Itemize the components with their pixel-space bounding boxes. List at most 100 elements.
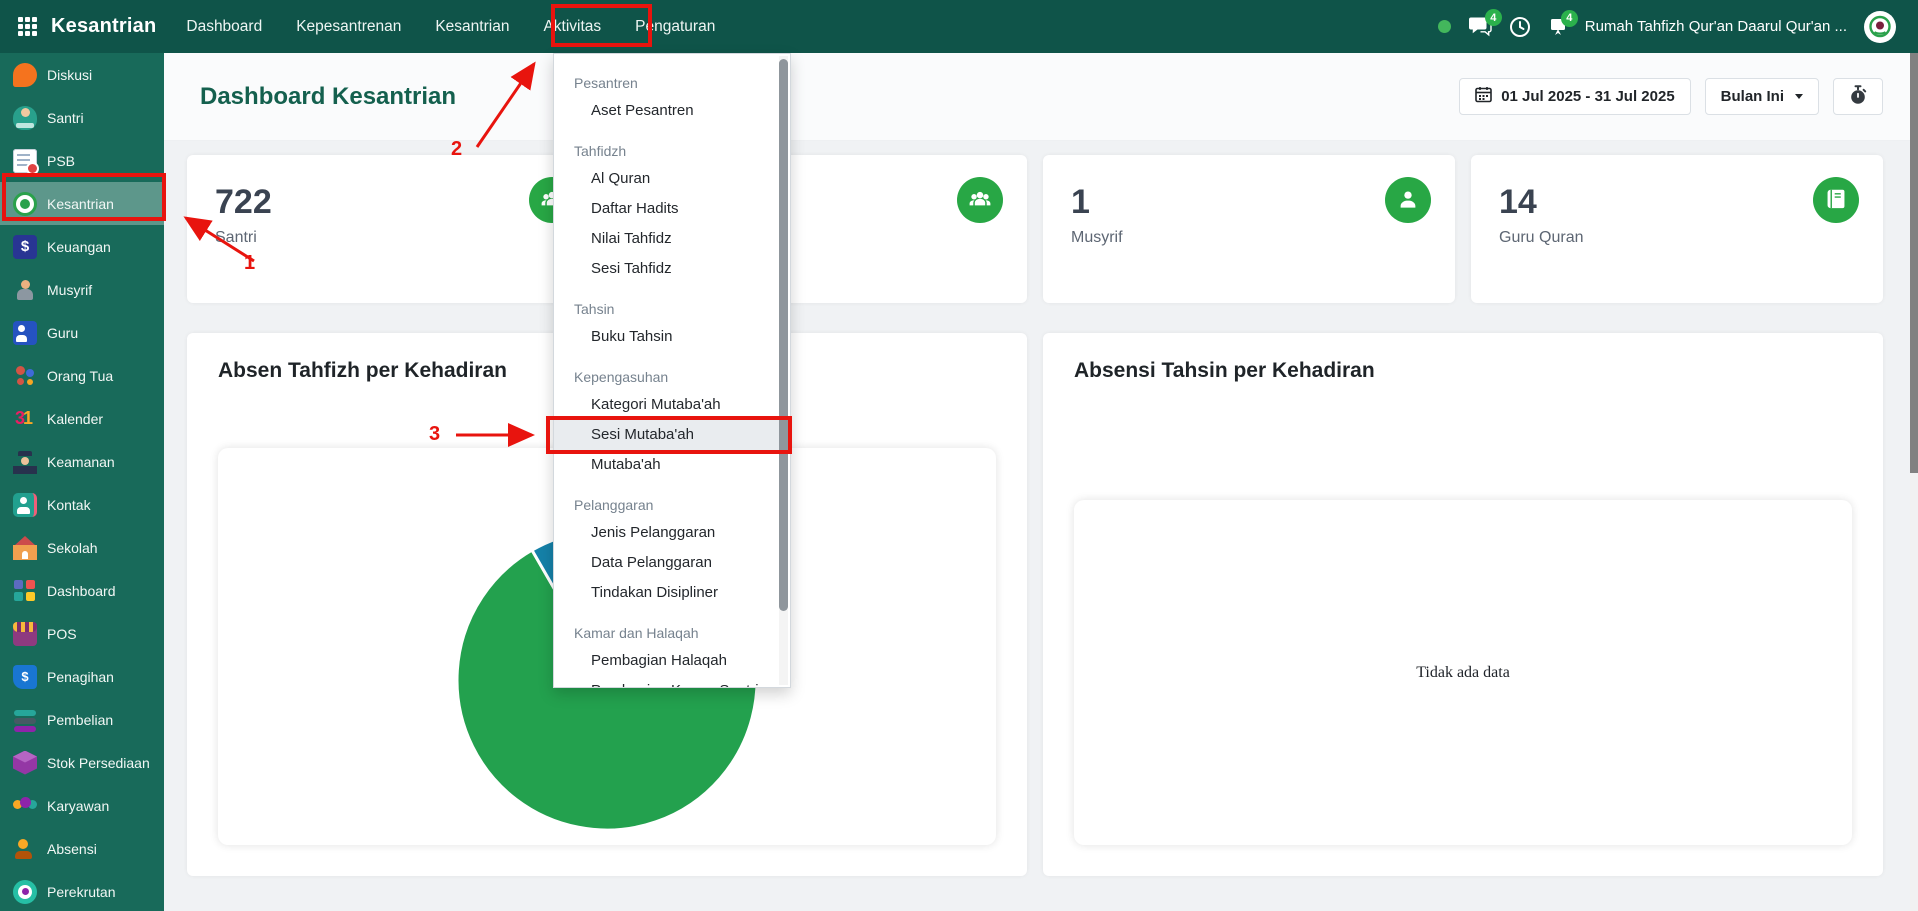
sidebar-item-santri[interactable]: Santri	[0, 96, 164, 139]
keamanan-icon	[13, 450, 37, 474]
sidebar-item-karyawan[interactable]: Karyawan	[0, 784, 164, 827]
kontak-icon	[13, 493, 37, 517]
period-label: Bulan Ini	[1721, 88, 1784, 105]
period-select-button[interactable]: Bulan Ini	[1705, 78, 1819, 115]
menu-item-jenis-pelanggaran[interactable]: Jenis Pelanggaran	[554, 518, 790, 548]
sidebar-item-penagihan[interactable]: Penagihan	[0, 655, 164, 698]
sidebar-item-label: Kalender	[47, 411, 103, 427]
tahsin-chart-card: Tidak ada data	[1074, 500, 1852, 845]
nav-item-dashboard[interactable]: Dashboard	[186, 18, 262, 36]
sidebar-item-label: Penagihan	[47, 669, 114, 685]
menu-item-aset-pesantren[interactable]: Aset Pesantren	[554, 96, 790, 126]
menu-item-sesi-tahfidz[interactable]: Sesi Tahfidz	[554, 254, 790, 284]
menu-item-data-pelanggaran[interactable]: Data Pelanggaran	[554, 548, 790, 578]
sidebar-item-label: Karyawan	[47, 798, 109, 814]
calendar-icon	[1475, 86, 1492, 107]
stat-value: 1	[1071, 185, 1427, 221]
dropdown-section-tahfidzh: Tahfidzh	[554, 138, 790, 164]
perekrutan-icon	[13, 880, 37, 904]
sidebar-item-label: PSB	[47, 153, 75, 169]
sidebar-item-kesantrian[interactable]: Kesantrian	[0, 182, 164, 225]
nav-item-kesantrian[interactable]: Kesantrian	[435, 18, 509, 36]
sidebar-item-musyrif[interactable]: Musyrif	[0, 268, 164, 311]
penagihan-icon	[13, 665, 37, 689]
content-area: 722 Santri 1 Musyrif 14 Guru Quran	[164, 141, 1918, 876]
sidebar-item-label: Dashboard	[47, 583, 116, 599]
kesantrian-icon	[13, 192, 37, 216]
sidebar-item-label: Santri	[47, 110, 84, 126]
sidebar-item-absensi[interactable]: Absensi	[0, 827, 164, 870]
sidebar-item-label: Guru	[47, 325, 78, 341]
page-scrollbar[interactable]	[1910, 53, 1918, 911]
stat-card-musyrif: 1 Musyrif	[1043, 155, 1455, 303]
main-area: Dashboard Kesantrian 01 Jul 2025 - 31 Ju…	[164, 53, 1918, 911]
sidebar-item-pos[interactable]: POS	[0, 612, 164, 655]
sidebar-item-pembelian[interactable]: Pembelian	[0, 698, 164, 741]
santri-icon	[13, 106, 37, 130]
menu-item-nilai-tahfidz[interactable]: Nilai Tahfidz	[554, 224, 790, 254]
menu-item-daftar-hadits[interactable]: Daftar Hadits	[554, 194, 790, 224]
sidebar-item-guru[interactable]: Guru	[0, 311, 164, 354]
sidebar-item-keamanan[interactable]: Keamanan	[0, 440, 164, 483]
menu-item-mutabaah[interactable]: Mutaba'ah	[554, 450, 790, 480]
menu-item-tindakan-disipliner[interactable]: Tindakan Disipliner	[554, 578, 790, 608]
sidebar-item-label: Orang Tua	[47, 368, 113, 384]
sidebar-item-diskusi[interactable]: Diskusi	[0, 53, 164, 96]
sidebar-item-stok-persediaan[interactable]: Stok Persediaan	[0, 741, 164, 784]
musyrif-icon	[13, 278, 37, 302]
pos-icon	[13, 622, 37, 646]
sidebar-item-label: Sekolah	[47, 540, 98, 556]
dropdown-scrollbar-thumb[interactable]	[779, 59, 788, 611]
clock-icon[interactable]	[1509, 16, 1531, 38]
menu-item-pembagian-halaqah[interactable]: Pembagian Halaqah	[554, 646, 790, 676]
sidebar-item-keuangan[interactable]: Keuangan	[0, 225, 164, 268]
chat-icon[interactable]: 4	[1468, 16, 1492, 37]
dropdown-section-pesantren: Pesantren	[554, 70, 790, 96]
stat-card-guru-quran: 14 Guru Quran	[1471, 155, 1883, 303]
menu-item-buku-tahsin[interactable]: Buku Tahsin	[554, 322, 790, 352]
sidebar-item-label: Absensi	[47, 841, 97, 857]
menu-item-pembagian-kamar-santri[interactable]: Pembagian Kamar Santri	[554, 676, 790, 688]
menu-item-kategori-mutabaah[interactable]: Kategori Mutaba'ah	[554, 390, 790, 420]
stat-value: 722	[215, 185, 571, 221]
stat-value: 14	[1499, 185, 1855, 221]
menu-item-sesi-mutabaah[interactable]: Sesi Mutaba'ah	[554, 420, 790, 450]
sidebar-item-orang-tua[interactable]: Orang Tua	[0, 354, 164, 397]
nav-item-aktivitas[interactable]: Aktivitas	[543, 18, 601, 36]
sidebar-item-label: Diskusi	[47, 67, 92, 83]
dropdown-scrollbar[interactable]	[779, 56, 788, 685]
sidebar-item-psb[interactable]: PSB	[0, 139, 164, 182]
sidebar-item-label: Musyrif	[47, 282, 92, 298]
timer-button[interactable]	[1833, 78, 1883, 115]
nav-item-kepesantrenan[interactable]: Kepesantrenan	[296, 18, 401, 36]
stat-card-santri: 722 Santri	[187, 155, 599, 303]
nav-item-pengaturan[interactable]: Pengaturan	[635, 18, 715, 36]
date-range-button[interactable]: 01 Jul 2025 - 31 Jul 2025	[1459, 78, 1690, 115]
guru-icon	[13, 321, 37, 345]
sidebar-item-kalender[interactable]: Kalender	[0, 397, 164, 440]
dropdown-section-kepengasuhan: Kepengasuhan	[554, 364, 790, 390]
pembelian-icon	[13, 708, 37, 732]
chart-panels-row: Absen Tahfizh per Kehadiran Absensi Tahs…	[187, 333, 1883, 876]
keuangan-icon	[13, 235, 37, 259]
panel-title: Absensi Tahsin per Kehadiran	[1074, 359, 1852, 383]
sidebar-item-kontak[interactable]: Kontak	[0, 483, 164, 526]
apps-grid-icon[interactable]	[18, 17, 37, 36]
date-range-label: 01 Jul 2025 - 31 Jul 2025	[1501, 88, 1674, 105]
avatar[interactable]	[1864, 11, 1896, 43]
organization-name[interactable]: Rumah Tahfizh Qur'an Daarul Qur'an ...	[1585, 18, 1847, 35]
sidebar-item-dashboard[interactable]: Dashboard	[0, 569, 164, 612]
menu-item-al-quran[interactable]: Al Quran	[554, 164, 790, 194]
award-icon[interactable]: 4	[1548, 17, 1568, 37]
page-header: Dashboard Kesantrian 01 Jul 2025 - 31 Ju…	[164, 53, 1918, 141]
sidebar-item-label: Kesantrian	[47, 196, 114, 212]
kalender-icon	[13, 407, 37, 431]
page-scrollbar-thumb[interactable]	[1910, 53, 1918, 473]
sidebar-item-label: Keuangan	[47, 239, 111, 255]
sidebar-item-sekolah[interactable]: Sekolah	[0, 526, 164, 569]
dropdown-section-kamar-halaqah: Kamar dan Halaqah	[554, 620, 790, 646]
stat-label: Santri	[215, 229, 571, 247]
sidebar-item-perekrutan[interactable]: Perekrutan	[0, 870, 164, 911]
chat-badge: 4	[1485, 9, 1502, 26]
karyawan-icon	[13, 794, 37, 818]
